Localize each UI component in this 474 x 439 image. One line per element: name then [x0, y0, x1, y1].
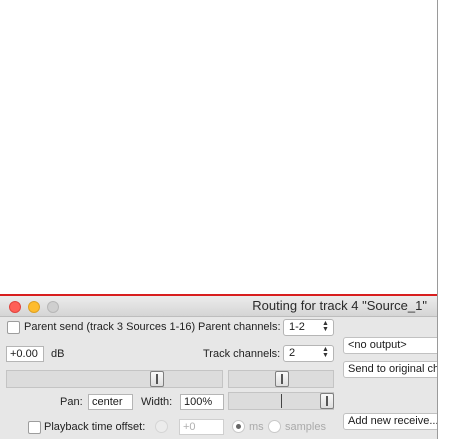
track-channels-label: Track channels: [203, 348, 281, 360]
pan-input[interactable]: center [88, 394, 133, 410]
width-input[interactable]: 100% [180, 394, 224, 410]
stepper-icon: ▲ ▼ [322, 320, 329, 333]
track-channels-select[interactable]: 2 ▲ ▼ [283, 345, 334, 362]
volume-fader-handle[interactable] [150, 371, 164, 387]
close-icon[interactable] [9, 301, 21, 313]
right-divider [437, 0, 438, 439]
parent-send-checkbox[interactable] [7, 321, 20, 334]
zoom-icon[interactable] [47, 301, 59, 313]
playback-offset-label: Playback time offset: [44, 421, 146, 433]
background-canvas [0, 0, 437, 294]
radio-samples[interactable] [268, 420, 281, 433]
width-center-mark [281, 394, 282, 408]
width-label: Width: [141, 396, 173, 408]
stepper-icon: ▲ ▼ [322, 346, 329, 359]
radio-samples-label: samples [285, 421, 326, 433]
add-new-receive-button[interactable]: Add new receive... [343, 413, 437, 430]
parent-send-label: Parent send (track 3 Sources 1-16) [24, 321, 196, 333]
width-fader[interactable] [228, 392, 334, 410]
window-title: Routing for track 4 "Source_1" [252, 298, 427, 313]
radio-ms[interactable] [232, 420, 245, 433]
radio-ms-label: ms [249, 421, 264, 433]
playback-offset-checkbox[interactable] [28, 421, 41, 434]
width-fader-handle[interactable] [320, 393, 334, 409]
minimize-icon[interactable] [28, 301, 40, 313]
parent-channels-label: Parent channels: [198, 321, 281, 333]
output-select[interactable]: <no output> [343, 337, 437, 354]
track-channels-value: 2 [289, 347, 296, 359]
parent-channels-value: 1-2 [289, 321, 305, 333]
volume-input[interactable]: +0.00 [6, 346, 44, 362]
playback-offset-input[interactable]: +0 [179, 419, 224, 435]
pan-fader[interactable] [228, 370, 334, 388]
volume-unit: dB [51, 348, 65, 360]
parent-channels-select[interactable]: 1-2 ▲ ▼ [283, 319, 334, 336]
window-titlebar: Routing for track 4 "Source_1" [0, 296, 437, 317]
volume-fader[interactable] [6, 370, 223, 388]
pan-fader-handle[interactable] [275, 371, 289, 387]
pan-label: Pan: [60, 396, 83, 408]
send-to-original-button[interactable]: Send to original cha [343, 361, 437, 378]
offset-knob[interactable] [155, 420, 168, 433]
